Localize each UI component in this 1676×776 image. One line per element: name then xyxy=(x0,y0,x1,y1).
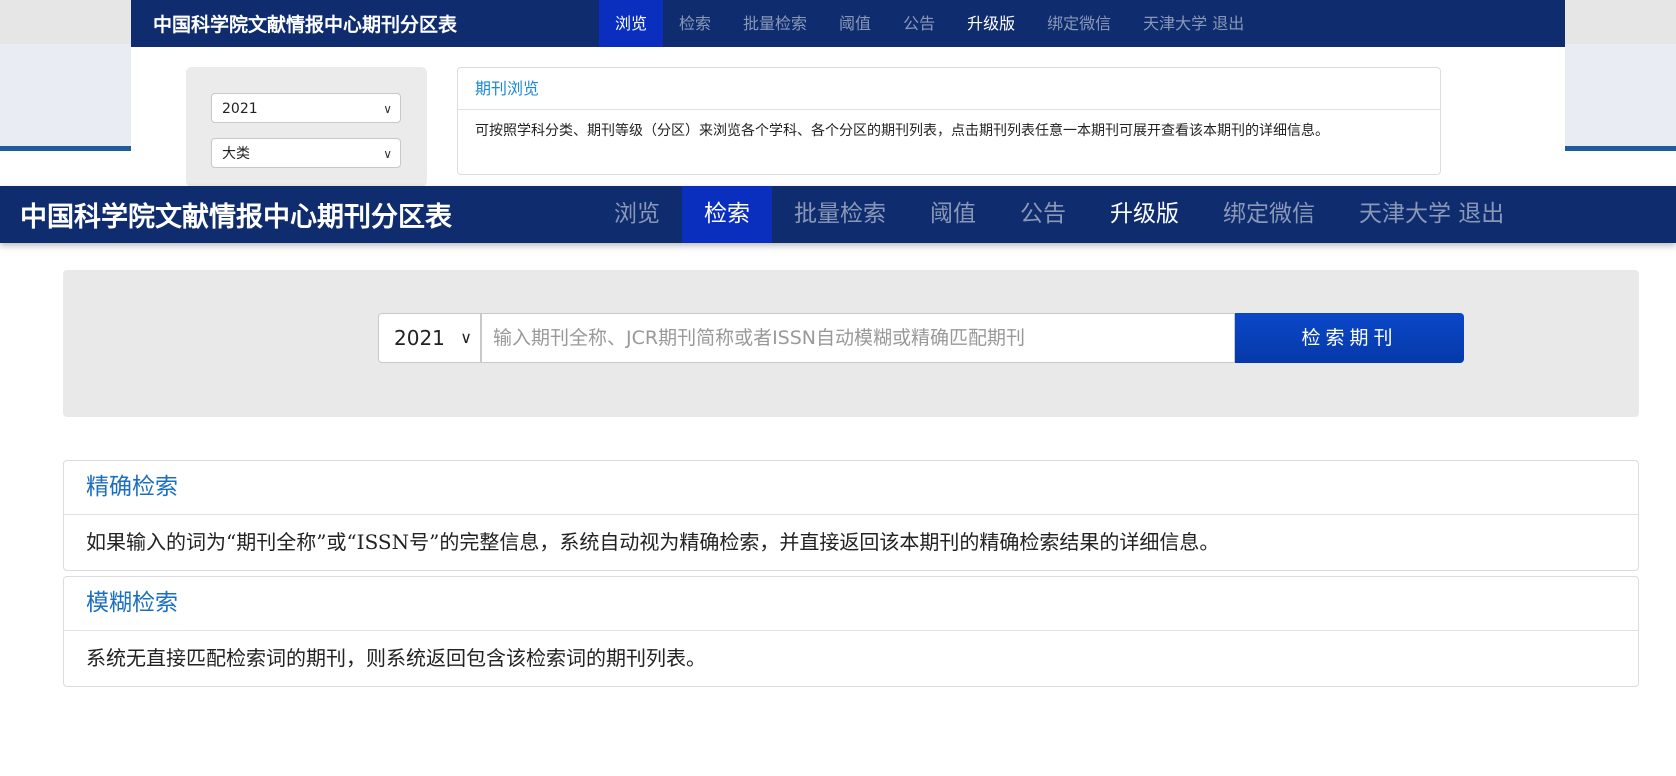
nav-bind-wechat[interactable]: 绑定微信 xyxy=(1201,186,1337,243)
search-box: 2021 ∨ 输入期刊全称、JCR期刊简称或者ISSN自动模糊或精确匹配期刊 检… xyxy=(63,270,1639,417)
year-select-value: 2021 xyxy=(394,326,445,350)
background-nav-user-logout[interactable]: 天津大学 退出 xyxy=(1127,0,1260,47)
chevron-down-icon: ∨ xyxy=(460,328,472,347)
background-category-select[interactable]: 大类 ∨ xyxy=(211,138,401,168)
nav-user-logout[interactable]: 天津大学 退出 xyxy=(1337,186,1526,243)
exact-search-title: 精确检索 xyxy=(64,461,1638,515)
navbar: 中国科学院文献情报中心期刊分区表 浏览 检索 批量检索 阈值 公告 升级版 绑定… xyxy=(0,186,1676,243)
nav-threshold[interactable]: 阈值 xyxy=(908,186,998,243)
background-brand: 中国科学院文献情报中心期刊分区表 xyxy=(153,14,458,36)
background-nav-batch-search[interactable]: 批量检索 xyxy=(727,0,823,47)
nav-upgrade[interactable]: 升级版 xyxy=(1088,186,1201,243)
background-category-value: 大类 xyxy=(222,146,250,162)
year-select[interactable]: 2021 ∨ xyxy=(378,313,481,363)
background-nav-announcement[interactable]: 公告 xyxy=(887,0,951,47)
nav-announcement[interactable]: 公告 xyxy=(998,186,1088,243)
background-panel-title: 期刊浏览 xyxy=(458,68,1440,110)
nav-browse[interactable]: 浏览 xyxy=(592,186,682,243)
background-year-select[interactable]: 2021 ∨ xyxy=(211,93,401,123)
chevron-down-icon: ∨ xyxy=(383,147,392,161)
chevron-down-icon: ∨ xyxy=(383,102,392,116)
background-nav-browse[interactable]: 浏览 xyxy=(599,0,664,47)
background-sidebar xyxy=(186,67,427,187)
background-nav-upgrade[interactable]: 升级版 xyxy=(951,0,1031,47)
background-nav-search[interactable]: 检索 xyxy=(663,0,727,47)
background-nav-threshold[interactable]: 阈值 xyxy=(823,0,887,47)
nav-batch-search[interactable]: 批量检索 xyxy=(772,186,908,243)
exact-search-description: 如果输入的词为“期刊全称”或“ISSN号”的完整信息，系统自动视为精确检索，并直… xyxy=(86,530,1220,554)
background-panel-body: 可按照学科分类、期刊等级（分区）来浏览各个学科、各个分区的期刊列表，点击期刊列表… xyxy=(475,123,1329,139)
fuzzy-search-description: 系统无直接匹配检索词的期刊，则系统返回包含该检索词的期刊列表。 xyxy=(86,646,706,670)
fuzzy-search-title: 模糊检索 xyxy=(64,577,1638,631)
fuzzy-search-panel: 模糊检索 系统无直接匹配检索词的期刊，则系统返回包含该检索词的期刊列表。 xyxy=(63,576,1639,687)
site-brand: 中国科学院文献情报中心期刊分区表 xyxy=(20,202,452,233)
exact-search-panel: 精确检索 如果输入的词为“期刊全称”或“ISSN号”的完整信息，系统自动视为精确… xyxy=(63,460,1639,571)
search-page: 中国科学院文献情报中心期刊分区表 浏览 检索 批量检索 阈值 公告 升级版 绑定… xyxy=(0,186,1676,776)
background-nav-bind-wechat[interactable]: 绑定微信 xyxy=(1031,0,1127,47)
nav-search[interactable]: 检索 xyxy=(682,186,772,243)
background-browse-panel: 期刊浏览 可按照学科分类、期刊等级（分区）来浏览各个学科、各个分区的期刊列表，点… xyxy=(457,67,1441,175)
search-input-placeholder: 输入期刊全称、JCR期刊简称或者ISSN自动模糊或精确匹配期刊 xyxy=(493,327,1026,349)
search-input[interactable]: 输入期刊全称、JCR期刊简称或者ISSN自动模糊或精确匹配期刊 xyxy=(481,313,1235,363)
background-navbar: 中国科学院文献情报中心期刊分区表 浏览 检索 批量检索 阈值 公告 升级版 绑定… xyxy=(131,0,1565,47)
background-year-value: 2021 xyxy=(222,101,258,117)
search-journal-button[interactable]: 检索期刊 xyxy=(1235,313,1464,363)
